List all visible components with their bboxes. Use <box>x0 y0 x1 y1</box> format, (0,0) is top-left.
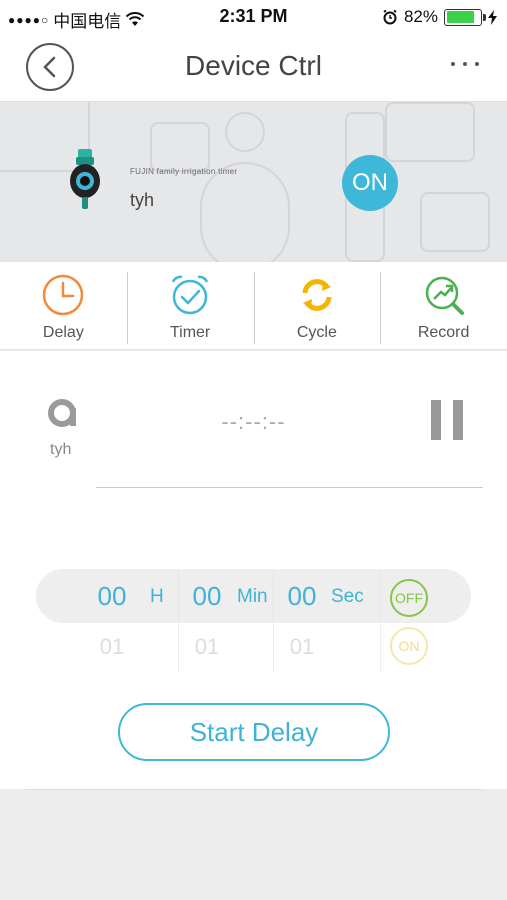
power-toggle-button[interactable]: ON <box>342 155 398 211</box>
seconds-next-option[interactable]: 01 <box>271 634 333 660</box>
device-status-icon <box>48 399 76 427</box>
minutes-picker[interactable]: 00 <box>176 581 238 612</box>
more-dots-icon <box>451 62 455 66</box>
wifi-icon <box>126 12 145 26</box>
tab-cycle[interactable]: Cycle <box>253 262 381 349</box>
status-right: 82% <box>382 7 497 27</box>
back-button[interactable] <box>26 43 74 91</box>
battery-icon <box>444 8 486 26</box>
page-title: Device Ctrl <box>185 50 322 81</box>
charging-icon <box>488 9 497 25</box>
battery-fill <box>446 11 474 23</box>
status-bar: ●●●●○ 中国电信 2:31 PM 82% <box>0 0 507 34</box>
irrigation-timer-icon <box>70 149 100 209</box>
tab-delay[interactable]: Delay <box>0 262 127 349</box>
minutes-next-option[interactable]: 01 <box>176 634 238 660</box>
panel-bottom-rule <box>25 789 482 790</box>
pause-button[interactable] <box>429 400 465 442</box>
more-button[interactable] <box>443 44 487 84</box>
state-off-option[interactable]: OFF <box>390 579 428 617</box>
device-brand: FUJIN family irrigation timer <box>130 167 238 176</box>
seconds-picker[interactable]: 00 <box>271 581 333 612</box>
cycle-arrows-icon <box>302 279 332 311</box>
record-search-icon <box>425 276 464 315</box>
battery-percent: 82% <box>403 7 438 26</box>
state-on-option[interactable]: ON <box>390 627 428 665</box>
hours-unit: H <box>150 586 164 607</box>
seconds-unit: Sec <box>331 586 364 607</box>
device-banner: FUJIN family irrigation timer tyh ON <box>0 102 507 262</box>
tab-timer-label: Timer <box>169 324 211 341</box>
hours-picker[interactable]: 00 <box>81 581 143 612</box>
chevron-left-icon <box>43 56 56 78</box>
mode-tabs: Delay Timer Cycle Record <box>0 262 507 350</box>
tab-cycle-label: Cycle <box>296 324 337 341</box>
tab-delay-label: Delay <box>42 324 84 341</box>
minutes-unit: Min <box>237 586 268 607</box>
status-left: ●●●●○ 中国电信 <box>8 7 145 32</box>
delay-panel: tyh --:--:-- 00 01 H 00 01 Min 00 01 Sec… <box>0 351 507 789</box>
alarm-icon <box>383 9 397 25</box>
tab-timer[interactable]: Timer <box>126 262 254 349</box>
tab-record-label: Record <box>417 324 470 341</box>
device-status-name: tyh <box>50 441 72 458</box>
tab-record[interactable]: Record <box>380 262 507 349</box>
signal-dots-icon: ●●●●○ <box>8 12 50 27</box>
pause-icon <box>431 400 441 440</box>
carrier-label: 中国电信 <box>53 12 122 31</box>
clock-icon <box>43 274 84 316</box>
start-delay-button[interactable]: Start Delay <box>118 703 390 761</box>
status-divider <box>96 487 483 488</box>
alarm-check-icon <box>171 275 209 315</box>
hours-next-option[interactable]: 01 <box>81 634 143 660</box>
device-name: tyh <box>130 190 155 210</box>
nav-bar: Device Ctrl <box>0 34 507 102</box>
